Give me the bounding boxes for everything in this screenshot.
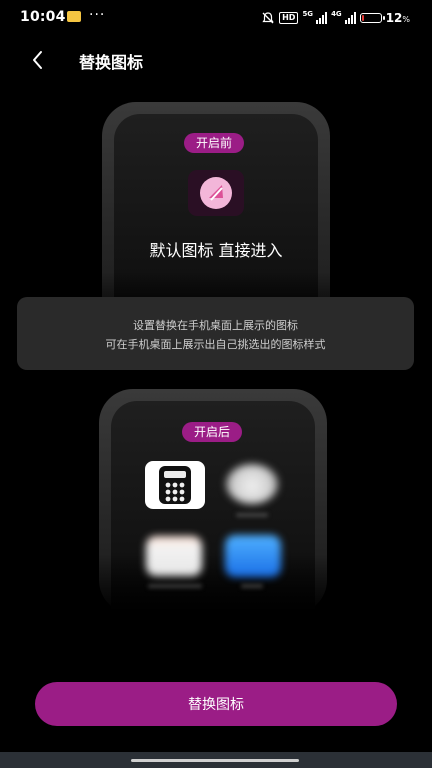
network-type-1: 5G	[302, 10, 314, 18]
notes-app-label	[148, 584, 202, 588]
clock-app-icon[interactable]	[226, 464, 278, 504]
status-indicators: HD 5G 4G 12%	[261, 10, 410, 26]
app-notification-icon	[67, 11, 81, 22]
after-badge: 开启后	[182, 422, 243, 442]
before-badge: 开启前	[184, 133, 245, 153]
hd-badge: HD	[279, 12, 299, 24]
back-button[interactable]	[26, 48, 50, 72]
status-time: 10:04	[20, 9, 66, 25]
info-line-1: 设置替换在手机桌面上展示的图标	[133, 319, 298, 332]
default-logo-icon	[200, 177, 232, 209]
header: 替换图标	[0, 40, 432, 80]
clock-app-label	[236, 513, 268, 517]
network-type-2: 4G	[331, 10, 342, 18]
more-notifications-icon: ···	[89, 7, 106, 23]
calculator-icon	[159, 466, 191, 504]
home-indicator[interactable]	[131, 759, 299, 762]
notes-app-icon[interactable]	[146, 536, 202, 576]
status-bar: 10:04 ··· HD 5G 4G 12%	[0, 0, 432, 36]
page-title: 替换图标	[79, 53, 144, 72]
info-card: 设置替换在手机桌面上展示的图标 可在手机桌面上展示出自己挑选出的图标样式	[17, 297, 414, 370]
calculator-app-icon[interactable]	[145, 461, 205, 509]
mail-app-icon[interactable]	[225, 535, 281, 577]
chevron-left-icon	[33, 51, 42, 69]
info-line-2: 可在手机桌面上展示出自己挑选出的图标样式	[105, 338, 326, 351]
signal-icon-2	[344, 12, 356, 24]
default-app-icon	[188, 170, 244, 216]
default-icon-label: 默认图标 直接进入	[149, 241, 283, 260]
battery-icon	[359, 13, 385, 23]
mail-app-label	[241, 584, 263, 588]
battery-percent: 12%	[385, 11, 410, 25]
mute-icon	[262, 12, 274, 24]
replace-icon-button[interactable]: 替换图标	[35, 682, 397, 726]
signal-icon	[316, 12, 328, 24]
